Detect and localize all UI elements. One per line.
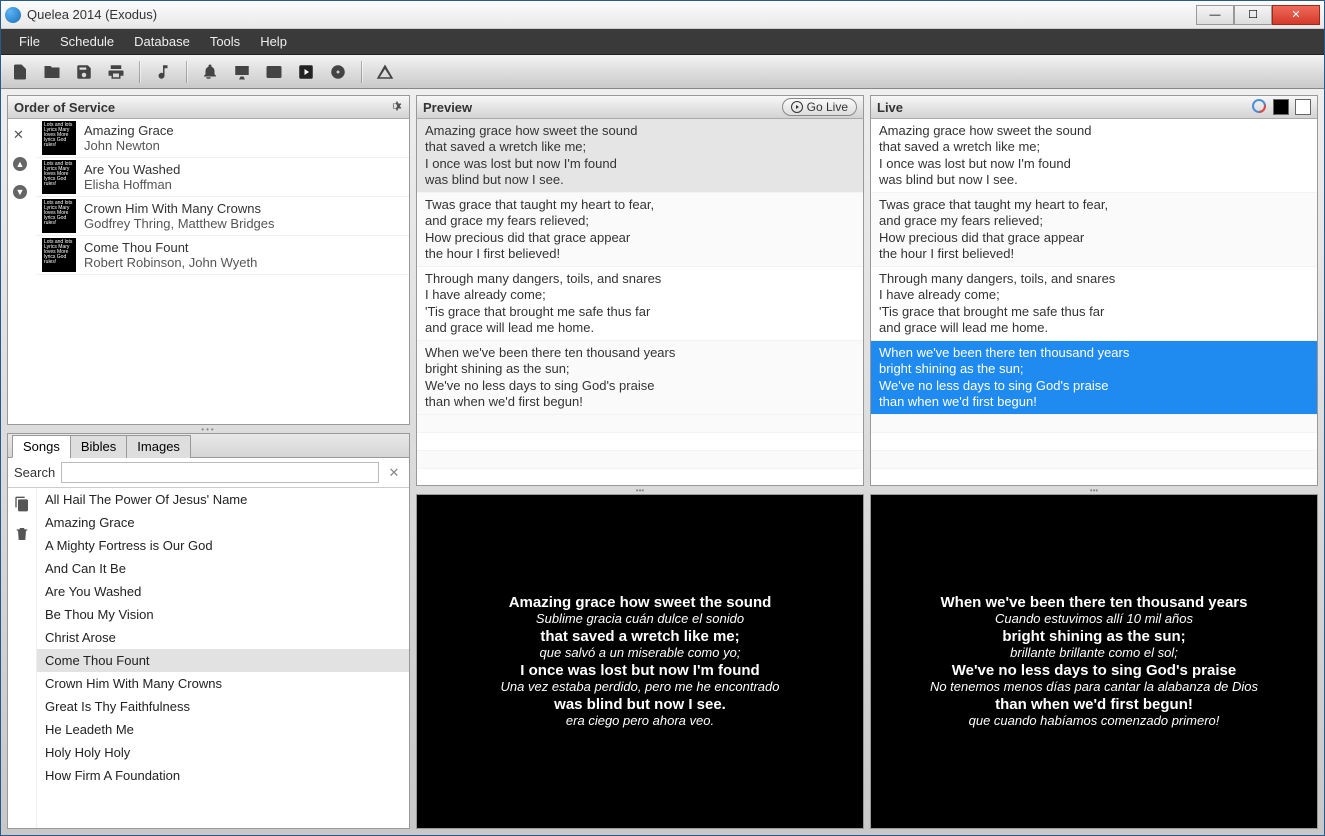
print-icon[interactable] — [105, 61, 127, 83]
order-item[interactable]: Lots and lots Lyrics Mary loves More lyr… — [36, 119, 409, 158]
verse[interactable]: Through many dangers, toils, and snaresI… — [417, 267, 863, 341]
verse[interactable]: Amazing grace how sweet the soundthat sa… — [871, 119, 1317, 193]
black-screen-icon[interactable] — [1273, 99, 1289, 115]
toolbar — [1, 55, 1324, 89]
live-header: Live — [870, 95, 1318, 119]
song-thumbnail: Lots and lots Lyrics Mary loves More lyr… — [42, 238, 76, 272]
new-schedule-icon[interactable] — [9, 61, 31, 83]
preview-verses: Amazing grace how sweet the soundthat sa… — [416, 119, 864, 486]
maximize-button[interactable]: ☐ — [1234, 5, 1272, 25]
song-author: Godfrey Thring, Matthew Bridges — [84, 216, 275, 231]
move-down-icon[interactable]: ▼ — [13, 183, 31, 201]
song-row[interactable]: Amazing Grace — [37, 511, 409, 534]
open-icon[interactable] — [41, 61, 63, 83]
order-item[interactable]: Lots and lots Lyrics Mary loves More lyr… — [36, 197, 409, 236]
add-song-icon[interactable] — [152, 61, 174, 83]
remove-item-icon[interactable]: ✕ — [13, 127, 31, 145]
order-list: Lots and lots Lyrics Mary loves More lyr… — [36, 119, 409, 424]
search-label: Search — [14, 465, 55, 480]
song-author: Robert Robinson, John Wyeth — [84, 255, 257, 270]
verse[interactable]: Twas grace that taught my heart to fear,… — [871, 193, 1317, 267]
order-title: Order of Service — [14, 100, 387, 115]
song-row[interactable]: A Mighty Fortress is Our God — [37, 534, 409, 557]
presentation-icon[interactable] — [231, 61, 253, 83]
live-verses: Amazing grace how sweet the soundthat sa… — [870, 119, 1318, 486]
song-title: Amazing Grace — [84, 123, 174, 138]
menu-tools[interactable]: Tools — [200, 30, 250, 53]
song-row[interactable]: Crown Him With Many Crowns — [37, 672, 409, 695]
logo-toggle-icon[interactable] — [1251, 98, 1267, 117]
delete-icon[interactable] — [14, 526, 30, 542]
song-row[interactable]: Are You Washed — [37, 580, 409, 603]
minimize-button[interactable]: — — [1196, 5, 1234, 25]
live-title: Live — [877, 100, 1251, 115]
song-row[interactable]: And Can It Be — [37, 557, 409, 580]
app-window: Quelea 2014 (Exodus) — ☐ ✕ File Schedule… — [0, 0, 1325, 836]
preview-projector: Amazing grace how sweet the soundSublime… — [416, 494, 864, 829]
preview-header: Preview Go Live — [416, 95, 864, 119]
dvd-icon[interactable] — [327, 61, 349, 83]
song-author: John Newton — [84, 138, 174, 153]
close-button[interactable]: ✕ — [1272, 5, 1320, 25]
song-row[interactable]: Christ Arose — [37, 626, 409, 649]
song-title: Crown Him With Many Crowns — [84, 201, 275, 216]
song-list: All Hail The Power Of Jesus' NameAmazing… — [36, 488, 409, 828]
preview-title: Preview — [423, 100, 782, 115]
menu-database[interactable]: Database — [124, 30, 200, 53]
split-grip[interactable]: ••• — [7, 425, 410, 433]
song-title: Come Thou Fount — [84, 240, 257, 255]
tab-bibles[interactable]: Bibles — [70, 435, 127, 458]
song-title: Are You Washed — [84, 162, 180, 177]
go-live-button[interactable]: Go Live — [782, 98, 857, 116]
tab-songs[interactable]: Songs — [12, 435, 71, 458]
order-item[interactable]: Lots and lots Lyrics Mary loves More lyr… — [36, 158, 409, 197]
song-thumbnail: Lots and lots Lyrics Mary loves More lyr… — [42, 121, 76, 155]
gear-icon[interactable] — [387, 98, 403, 117]
verse[interactable]: Through many dangers, toils, and snaresI… — [871, 267, 1317, 341]
order-header: Order of Service — [7, 95, 410, 119]
menubar: File Schedule Database Tools Help — [1, 29, 1324, 55]
verse[interactable]: Twas grace that taught my heart to fear,… — [417, 193, 863, 267]
clear-search-icon[interactable]: ✕ — [385, 464, 403, 482]
copy-icon[interactable] — [14, 496, 30, 512]
tab-images[interactable]: Images — [126, 435, 191, 458]
save-icon[interactable] — [73, 61, 95, 83]
menu-help[interactable]: Help — [250, 30, 297, 53]
song-row[interactable]: Great Is Thy Faithfulness — [37, 695, 409, 718]
song-row[interactable]: How Firm A Foundation — [37, 764, 409, 787]
song-row[interactable]: Be Thou My Vision — [37, 603, 409, 626]
song-thumbnail: Lots and lots Lyrics Mary loves More lyr… — [42, 199, 76, 233]
play-icon[interactable] — [295, 61, 317, 83]
live-projector: When we've been there ten thousand years… — [870, 494, 1318, 829]
menu-schedule[interactable]: Schedule — [50, 30, 124, 53]
verse[interactable]: When we've been there ten thousand years… — [417, 341, 863, 415]
verse[interactable]: When we've been there ten thousand years… — [871, 341, 1317, 415]
split-grip[interactable]: ••• — [870, 486, 1318, 494]
song-row[interactable]: Holy Holy Holy — [37, 741, 409, 764]
notices-icon[interactable] — [199, 61, 221, 83]
warning-icon[interactable] — [374, 61, 396, 83]
song-thumbnail: Lots and lots Lyrics Mary loves More lyr… — [42, 160, 76, 194]
song-row[interactable]: All Hail The Power Of Jesus' Name — [37, 488, 409, 511]
clear-screen-icon[interactable] — [1295, 99, 1311, 115]
titlebar: Quelea 2014 (Exodus) — ☐ ✕ — [1, 1, 1324, 29]
library-tabs: Songs Bibles Images — [8, 434, 409, 458]
verse[interactable]: Amazing grace how sweet the soundthat sa… — [417, 119, 863, 193]
search-input[interactable] — [61, 462, 379, 483]
menu-file[interactable]: File — [9, 30, 50, 53]
move-up-icon[interactable]: ▲ — [13, 155, 31, 173]
window-title: Quelea 2014 (Exodus) — [27, 7, 1196, 22]
song-row[interactable]: Come Thou Fount — [37, 649, 409, 672]
split-grip[interactable]: ••• — [416, 486, 864, 494]
song-author: Elisha Hoffman — [84, 177, 180, 192]
video-icon[interactable] — [263, 61, 285, 83]
app-icon — [5, 7, 21, 23]
song-row[interactable]: He Leadeth Me — [37, 718, 409, 741]
order-item[interactable]: Lots and lots Lyrics Mary loves More lyr… — [36, 236, 409, 275]
